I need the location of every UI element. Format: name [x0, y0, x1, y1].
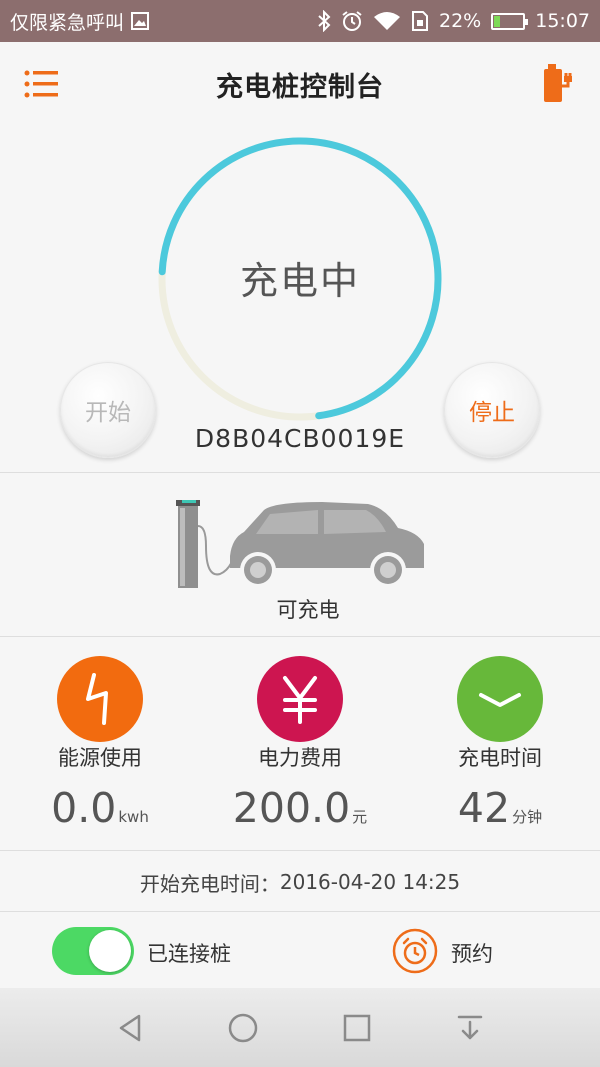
stat-cost: 电力费用 200.0 元 — [200, 638, 400, 850]
charging-panel: 充电中 开始 停止 D8B04CB0019E — [0, 126, 600, 472]
start-time-label: 开始充电时间： — [139, 871, 280, 896]
start-time-value: 2016-04-20 14:25 — [279, 870, 461, 894]
app-header: 充电桩控制台 — [0, 42, 600, 126]
notification-pull-icon[interactable] — [452, 1010, 488, 1046]
car-charger-illustration — [176, 500, 424, 588]
device-id: D8B04CB0019E — [194, 424, 406, 453]
stat-energy: 能源使用 0.0 kwh — [0, 638, 200, 850]
page-title: 充电桩控制台 — [216, 71, 384, 103]
divider — [0, 636, 600, 637]
divider — [0, 472, 600, 473]
menu-icon[interactable] — [24, 68, 60, 100]
sim-icon — [411, 10, 429, 32]
controls-bar: 已连接桩 预约 — [0, 912, 600, 988]
clock-icon — [457, 656, 543, 742]
battery-icon — [491, 12, 529, 30]
connection-label: 已连接桩 — [147, 942, 231, 966]
stats-panel: 能源使用 0.0 kwh 电力费用 200.0 元 充电时间 42 分钟 — [0, 638, 600, 850]
stat-value: 200.0 元 — [232, 784, 368, 832]
connection-toggle[interactable] — [52, 927, 134, 975]
divider — [0, 850, 600, 851]
toggle-knob — [89, 930, 131, 972]
start-time-row: 开始充电时间： 2016-04-20 14:25 — [0, 852, 600, 912]
status-bar: 仅限紧急呼叫 22% 15:07 — [0, 0, 600, 42]
wifi-icon — [373, 10, 401, 32]
yen-icon — [257, 656, 343, 742]
stat-label: 能源使用 — [58, 746, 142, 770]
stat-label: 电力费用 — [258, 746, 342, 770]
carrier-text: 仅限紧急呼叫 — [10, 11, 125, 34]
stat-value: 42 分钟 — [457, 784, 543, 832]
back-icon[interactable] — [112, 1010, 148, 1046]
bluetooth-icon — [317, 10, 331, 32]
image-icon — [130, 11, 150, 31]
system-nav-bar — [0, 988, 600, 1067]
recents-icon[interactable] — [339, 1010, 375, 1046]
lightning-icon — [57, 656, 143, 742]
home-icon[interactable] — [225, 1010, 261, 1046]
reserve-button[interactable]: 预约 — [451, 938, 493, 968]
clock-time: 15:07 — [535, 10, 590, 32]
battery-percent: 22% — [439, 10, 482, 32]
car-status: 可充电 — [276, 598, 340, 622]
stat-label: 充电时间 — [458, 746, 542, 770]
charger-plug-icon[interactable] — [542, 64, 576, 104]
car-panel: 可充电 — [0, 474, 600, 636]
alarm-clock-icon[interactable] — [392, 928, 438, 974]
alarm-icon — [341, 10, 363, 32]
charging-status: 充电中 — [239, 259, 360, 303]
stat-time: 充电时间 42 分钟 — [400, 638, 600, 850]
stat-value: 0.0 kwh — [51, 784, 149, 832]
